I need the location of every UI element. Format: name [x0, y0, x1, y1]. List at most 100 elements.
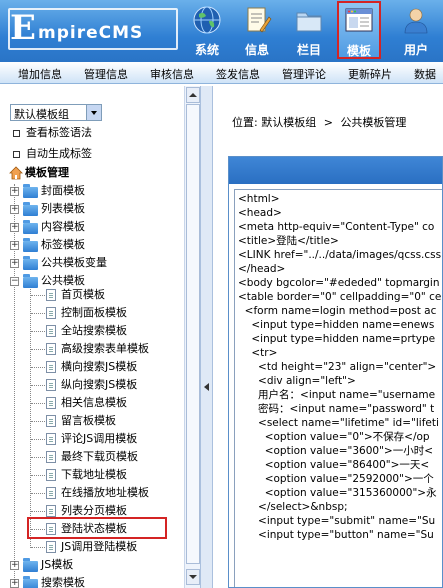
code-line: <input type="button" name="Su [238, 529, 434, 541]
tree-item-home-template[interactable]: 首页模板 [61, 286, 105, 303]
tree-item-js-login-template[interactable]: JS调用登陆模板 [61, 538, 137, 555]
nav-label: 模板 [346, 44, 371, 58]
collapse-icon[interactable]: − [10, 277, 19, 286]
scroll-up-button[interactable] [186, 87, 200, 103]
nav-label: 栏目 [296, 43, 321, 57]
tree-line [31, 349, 45, 350]
expand-icon[interactable]: + [10, 223, 19, 232]
template-group-select[interactable]: 默认模板组 [10, 104, 102, 121]
nav-label: 信息 [244, 43, 269, 57]
tree-folder-js-template[interactable]: JS模板 [41, 556, 73, 573]
code-line: 密码：<input name="password" t [238, 403, 435, 415]
quick-menu-bar: 增加信息 管理信息 审核信息 签发信息 管理评论 更新碎片 数据 [0, 62, 443, 84]
tree-line [31, 511, 45, 512]
expand-icon[interactable]: + [10, 259, 19, 268]
code-line: </select>&nbsp; [238, 501, 348, 513]
tree-item-online-play-address[interactable]: 在线播放地址模板 [61, 484, 149, 501]
user-icon [404, 8, 428, 34]
tree-item-comment-js-template[interactable]: 评论JS调用模板 [61, 430, 137, 447]
scroll-thumb[interactable] [186, 104, 200, 564]
template-file-icon [46, 379, 56, 391]
code-line: <div align="left"> [238, 375, 356, 387]
code-line: <meta http-equiv="Content-Type" co [238, 221, 435, 233]
template-file-icon [46, 415, 56, 427]
home-icon [9, 166, 23, 180]
expand-icon[interactable]: + [10, 561, 19, 570]
template-tree-panel: 默认模板组 查看标签语法 自动生成标签 模板管理 + 封面模板 + 列表模板 +… [0, 86, 200, 588]
dropdown-arrow-icon[interactable] [86, 105, 101, 120]
template-window-icon [345, 8, 373, 32]
tree-line [31, 385, 45, 386]
breadcrumb-page-link[interactable]: 公共模板管理 [340, 116, 406, 129]
tree-item-advanced-search-form[interactable]: 高级搜索表单模板 [61, 340, 149, 357]
tree-item-control-panel-template[interactable]: 控制面板模板 [61, 304, 127, 321]
nav-info-button[interactable]: 信息 [235, 2, 279, 58]
template-file-icon [46, 451, 56, 463]
template-file-icon [46, 307, 56, 319]
code-line: <option value="0">不保存</op [238, 431, 430, 443]
collapse-left-icon[interactable] [204, 383, 209, 391]
tree-item-horizontal-search-js[interactable]: 横向搜索JS模板 [61, 358, 137, 375]
code-line: <table border="0" cellpadding="0" ce [238, 291, 442, 303]
nav-label: 系统 [194, 43, 219, 57]
expand-icon[interactable]: + [10, 241, 19, 250]
expand-icon[interactable]: + [10, 579, 19, 588]
auto-generate-tags-link[interactable]: 自动生成标签 [13, 145, 92, 162]
folder-icon [23, 238, 38, 252]
tree-item-guestbook-template[interactable]: 留言板模板 [61, 412, 116, 429]
menu-update-fragments[interactable]: 更新碎片 [348, 66, 392, 82]
template-file-icon [46, 433, 56, 445]
menu-manage-info[interactable]: 管理信息 [84, 66, 128, 82]
tree-item-download-address[interactable]: 下载地址模板 [61, 466, 127, 483]
square-bullet-icon [13, 129, 20, 137]
breadcrumb-group-link[interactable]: 默认模板组 [261, 116, 316, 129]
tree-line [31, 295, 45, 296]
expand-icon[interactable]: + [10, 205, 19, 214]
tree-folder-cover-template[interactable]: 封面模板 [41, 182, 85, 199]
editor-header-bar [229, 157, 442, 184]
tree-item-site-search-template[interactable]: 全站搜索模板 [61, 322, 127, 339]
folder-icon [23, 220, 38, 234]
nav-template-button[interactable]: 模板 [337, 1, 381, 59]
folder-icon [296, 12, 322, 32]
tree-folder-tag-template[interactable]: 标签模板 [41, 236, 85, 253]
code-line: </head> [238, 263, 286, 275]
menu-sign-info[interactable]: 签发信息 [216, 66, 260, 82]
nav-system-button[interactable]: 系统 [185, 2, 229, 58]
template-file-icon [46, 289, 56, 301]
template-file-icon [46, 487, 56, 499]
tree-item-final-download-page[interactable]: 最终下载页模板 [61, 448, 138, 465]
nav-column-button[interactable]: 栏目 [287, 2, 331, 58]
tree-folder-content-template[interactable]: 内容模板 [41, 218, 85, 235]
folder-icon [23, 558, 38, 572]
tree-line [31, 367, 45, 368]
scroll-down-button[interactable] [186, 569, 200, 585]
view-tag-syntax-link[interactable]: 查看标签语法 [13, 124, 92, 141]
expand-icon[interactable]: + [10, 187, 19, 196]
code-line: <body bgcolor="#ededed" topmargin [238, 277, 440, 289]
template-code-textarea[interactable]: <html> <head> <meta http-equiv="Content-… [234, 189, 442, 587]
template-management-root[interactable]: 模板管理 [25, 164, 69, 181]
tree-line [31, 331, 45, 332]
tree-scrollbar[interactable] [184, 86, 200, 588]
logo-text: mpireCMS [38, 23, 144, 43]
menu-manage-comments[interactable]: 管理评论 [282, 66, 326, 82]
tree-item-related-info-template[interactable]: 相关信息模板 [61, 394, 127, 411]
code-line: <tr> [238, 347, 278, 359]
template-file-icon [46, 541, 56, 553]
open-folder-icon [23, 274, 38, 288]
menu-add-info[interactable]: 增加信息 [18, 66, 62, 82]
panel-splitter[interactable] [200, 86, 213, 588]
folder-icon [23, 576, 38, 588]
tree-folder-public-variables[interactable]: 公共模板变量 [41, 254, 107, 271]
tree-folder-search-template[interactable]: 搜索模板 [41, 574, 85, 588]
nav-user-button[interactable]: 用户 [394, 2, 438, 58]
tree-folder-list-template[interactable]: 列表模板 [41, 200, 85, 217]
menu-data[interactable]: 数据 [414, 66, 436, 82]
code-line: <option value="315360000">永 [238, 487, 437, 499]
tree-item-vertical-search-js[interactable]: 纵向搜索JS模板 [61, 376, 137, 393]
tree-line [31, 313, 45, 314]
menu-review-info[interactable]: 审核信息 [150, 66, 194, 82]
template-file-icon [46, 505, 56, 517]
code-line: <html> [238, 193, 280, 205]
